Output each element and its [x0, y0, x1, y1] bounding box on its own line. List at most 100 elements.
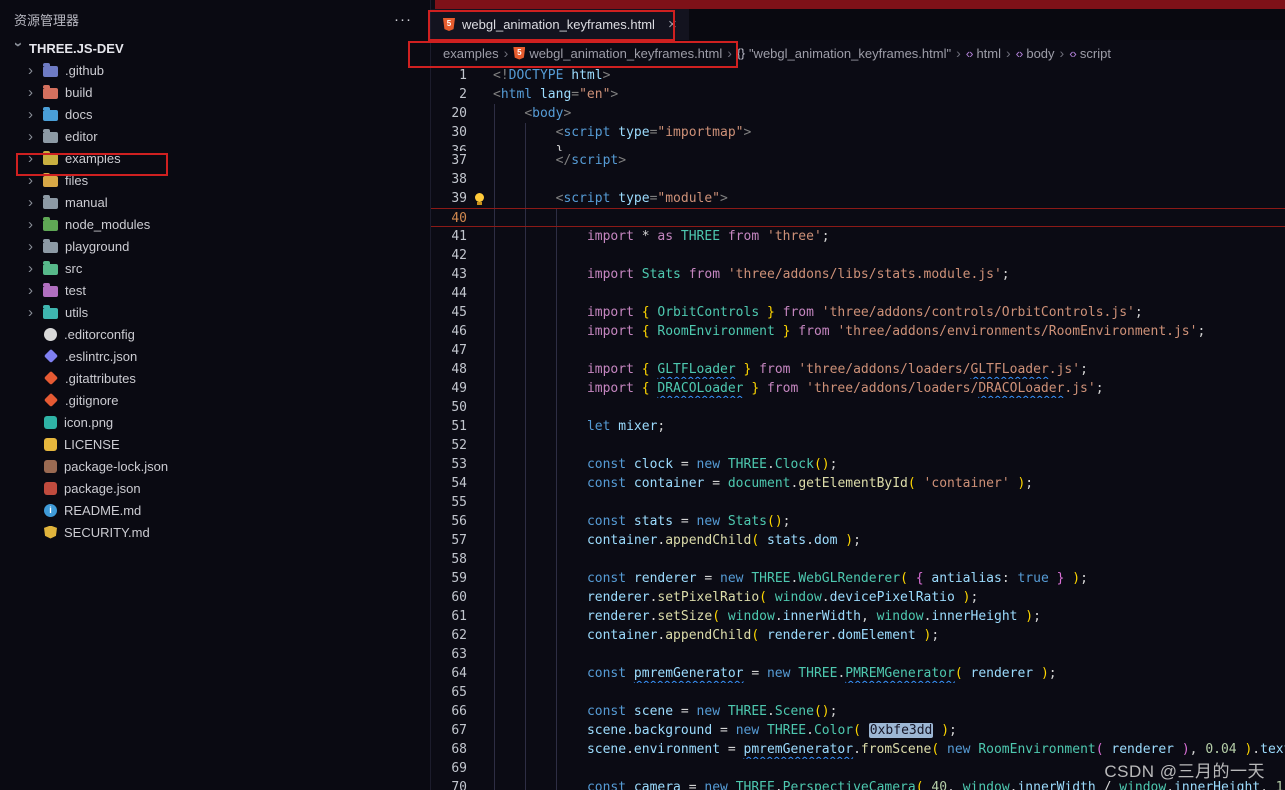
code-line[interactable]: 54const container = document.getElementB…	[431, 474, 1285, 493]
line-number[interactable]: 36	[431, 142, 467, 151]
sidebar-item-files[interactable]: ›files	[0, 169, 430, 191]
code-line[interactable]: 38	[431, 170, 1285, 189]
code-line[interactable]: 55	[431, 493, 1285, 512]
sidebar-item-node-modules[interactable]: ›node_modules	[0, 213, 430, 235]
sidebar-item-manual[interactable]: ›manual	[0, 191, 430, 213]
code-line[interactable]: 67scene.background = new THREE.Color( 0x…	[431, 721, 1285, 740]
line-number[interactable]: 54	[431, 474, 467, 493]
sidebar-item-editorconfig[interactable]: .editorconfig	[0, 323, 430, 345]
code-line[interactable]: 64const pmremGenerator = new THREE.PMREM…	[431, 664, 1285, 683]
code-line[interactable]: 52	[431, 436, 1285, 455]
line-number[interactable]: 67	[431, 721, 467, 740]
code-line[interactable]: 61renderer.setSize( window.innerWidth, w…	[431, 607, 1285, 626]
line-number[interactable]: 59	[431, 569, 467, 588]
code-line[interactable]: 30<script type="importmap">	[431, 123, 1285, 142]
line-number[interactable]: 39	[431, 189, 467, 208]
sidebar-item-icon-png[interactable]: icon.png	[0, 411, 430, 433]
sidebar-item-gitattributes[interactable]: .gitattributes	[0, 367, 430, 389]
line-number[interactable]: 40	[431, 209, 467, 226]
code-line[interactable]: 46import { RoomEnvironment } from 'three…	[431, 322, 1285, 341]
sidebar-item-package-lock-json[interactable]: package-lock.json	[0, 455, 430, 477]
line-number[interactable]: 37	[431, 151, 467, 170]
code-line[interactable]: 20<body>	[431, 104, 1285, 123]
code-line[interactable]: 58	[431, 550, 1285, 569]
breadcrumb-item-script[interactable]: ‹›script	[1069, 46, 1111, 61]
line-number[interactable]: 42	[431, 246, 467, 265]
code-line[interactable]: 62container.appendChild( renderer.domEle…	[431, 626, 1285, 645]
more-actions-button[interactable]: ···	[394, 11, 412, 28]
line-number[interactable]: 64	[431, 664, 467, 683]
lightbulb-icon[interactable]	[475, 193, 484, 202]
sidebar-item-root[interactable]: › THREE.JS-DEV	[0, 37, 430, 59]
sidebar-item-docs[interactable]: ›docs	[0, 103, 430, 125]
sidebar-item-src[interactable]: ›src	[0, 257, 430, 279]
line-number[interactable]: 44	[431, 284, 467, 303]
code-line[interactable]: 36}	[431, 142, 1285, 151]
code-line[interactable]: 47	[431, 341, 1285, 360]
code-line[interactable]: 1<!DOCTYPE html>	[431, 66, 1285, 85]
code-line[interactable]: 49import { DRACOLoader } from 'three/add…	[431, 379, 1285, 398]
line-number[interactable]: 68	[431, 740, 467, 759]
line-number[interactable]: 48	[431, 360, 467, 379]
line-number[interactable]: 38	[431, 170, 467, 189]
code-line[interactable]: 2<html lang="en">	[431, 85, 1285, 104]
line-number[interactable]: 49	[431, 379, 467, 398]
line-number[interactable]: 66	[431, 702, 467, 721]
code-line[interactable]: 42	[431, 246, 1285, 265]
line-number[interactable]: 51	[431, 417, 467, 436]
sidebar-item-eslintrc-json[interactable]: .eslintrc.json	[0, 345, 430, 367]
code-line[interactable]: 40	[431, 208, 1285, 227]
sidebar-item-package-json[interactable]: package.json	[0, 477, 430, 499]
line-number[interactable]: 52	[431, 436, 467, 455]
breadcrumb-item-html[interactable]: ‹›html	[966, 46, 1001, 61]
code-line[interactable]: 37</script>	[431, 151, 1285, 170]
code-line[interactable]: 65	[431, 683, 1285, 702]
code-line[interactable]: 57container.appendChild( stats.dom );	[431, 531, 1285, 550]
line-number[interactable]: 62	[431, 626, 467, 645]
tab-webgl-animation-keyframes[interactable]: webgl_animation_keyframes.html ×	[431, 9, 689, 40]
line-number[interactable]: 47	[431, 341, 467, 360]
sidebar-item-readme-md[interactable]: iREADME.md	[0, 499, 430, 521]
breadcrumb-item-webgl-animation-keyframes-html[interactable]: {}"webgl_animation_keyframes.html"	[737, 46, 951, 61]
code-line[interactable]: 51let mixer;	[431, 417, 1285, 436]
line-number[interactable]: 45	[431, 303, 467, 322]
line-number[interactable]: 55	[431, 493, 467, 512]
line-number[interactable]: 60	[431, 588, 467, 607]
sidebar-item-license[interactable]: LICENSE	[0, 433, 430, 455]
line-number[interactable]: 50	[431, 398, 467, 417]
code-line[interactable]: 50	[431, 398, 1285, 417]
line-number[interactable]: 57	[431, 531, 467, 550]
code-line[interactable]: 60renderer.setPixelRatio( window.deviceP…	[431, 588, 1285, 607]
line-number[interactable]: 1	[431, 66, 467, 85]
line-number[interactable]: 53	[431, 455, 467, 474]
sidebar-item-playground[interactable]: ›playground	[0, 235, 430, 257]
code-line[interactable]: 48import { GLTFLoader } from 'three/addo…	[431, 360, 1285, 379]
sidebar-item-utils[interactable]: ›utils	[0, 301, 430, 323]
sidebar-item-security-md[interactable]: SECURITY.md	[0, 521, 430, 543]
line-number[interactable]: 2	[431, 85, 467, 104]
code-line[interactable]: 56const stats = new Stats();	[431, 512, 1285, 531]
sidebar-item-editor[interactable]: ›editor	[0, 125, 430, 147]
code-line[interactable]: 39<script type="module">	[431, 189, 1285, 208]
line-number[interactable]: 65	[431, 683, 467, 702]
line-number[interactable]: 41	[431, 227, 467, 246]
line-number[interactable]: 20	[431, 104, 467, 123]
code-line[interactable]: 41import * as THREE from 'three';	[431, 227, 1285, 246]
code-line[interactable]: 53const clock = new THREE.Clock();	[431, 455, 1285, 474]
sidebar-item-github[interactable]: ›.github	[0, 59, 430, 81]
code-line[interactable]: 43import Stats from 'three/addons/libs/s…	[431, 265, 1285, 284]
code-line[interactable]: 63	[431, 645, 1285, 664]
line-number[interactable]: 46	[431, 322, 467, 341]
sidebar-item-build[interactable]: ›build	[0, 81, 430, 103]
sidebar-item-gitignore[interactable]: .gitignore	[0, 389, 430, 411]
code-line[interactable]: 59const renderer = new THREE.WebGLRender…	[431, 569, 1285, 588]
code-lines[interactable]: 1<!DOCTYPE html>2<html lang="en">20<body…	[431, 66, 1285, 790]
sidebar-item-examples[interactable]: ›examples	[0, 147, 430, 169]
line-number[interactable]: 63	[431, 645, 467, 664]
breadcrumb-item-examples[interactable]: examples	[443, 46, 499, 61]
line-number[interactable]: 58	[431, 550, 467, 569]
code-line[interactable]: 44	[431, 284, 1285, 303]
code-line[interactable]: 66const scene = new THREE.Scene();	[431, 702, 1285, 721]
breadcrumb-item-body[interactable]: ‹›body	[1016, 46, 1055, 61]
sidebar-item-test[interactable]: ›test	[0, 279, 430, 301]
